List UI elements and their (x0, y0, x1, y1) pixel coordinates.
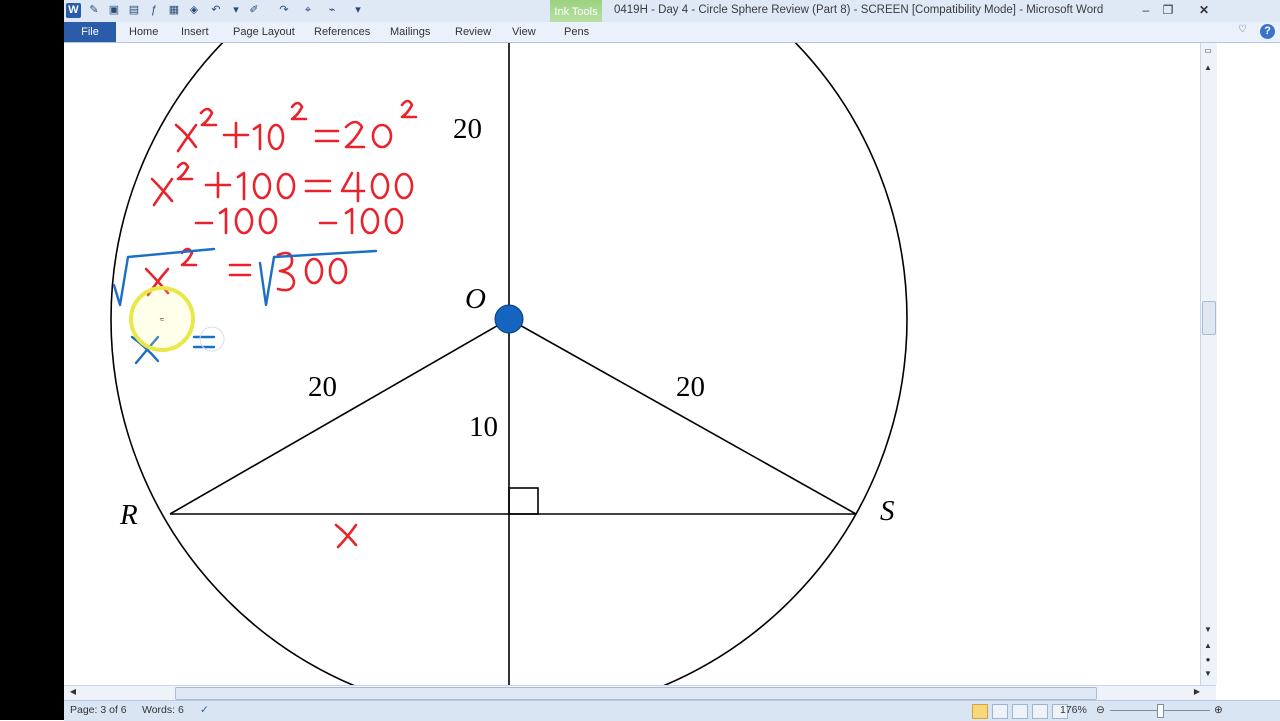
tab-home[interactable]: Home (129, 22, 158, 42)
radius-or (169, 318, 510, 515)
horizontal-scrollbar[interactable]: ◀ ▶ (64, 685, 1216, 700)
tab-insert[interactable]: Insert (181, 22, 209, 42)
right-angle-marker (508, 487, 539, 515)
ink-tools-group-label: Ink Tools (554, 6, 598, 18)
left-black-margin (0, 0, 64, 720)
full-screen-reading-icon[interactable] (992, 704, 1008, 719)
scroll-up-icon[interactable]: ▲ (1201, 63, 1215, 72)
zoom-slider-thumb[interactable] (1157, 704, 1164, 718)
radius-os (508, 318, 857, 515)
file-tab[interactable]: File (64, 22, 116, 42)
tab-mailings[interactable]: Mailings (390, 22, 430, 42)
outline-view-icon[interactable] (1032, 704, 1048, 719)
save-icon[interactable]: ✎ (86, 3, 102, 18)
geometry-figure: ≈ (110, 43, 908, 685)
tab-page-layout[interactable]: Page Layout (233, 22, 295, 42)
close-icon[interactable]: ✕ (1194, 3, 1214, 17)
window-title: 0419H - Day 4 - Circle Sphere Review (Pa… (614, 4, 1104, 16)
status-bar: Page: 3 of 6 Words: 6 ✓ 176% ⊖ ⊕ (64, 700, 1280, 721)
label-right-radius: 20 (676, 371, 705, 403)
word-window: W ✎ ▣ ▤ ƒ ▦ ◈ ↶ ▾ ✐ ↷ ⌖ ⌁ ▾ Ink Tools 04… (64, 0, 1280, 721)
label-left-radius: 20 (308, 371, 337, 403)
scroll-down-icon[interactable]: ▼ (1201, 625, 1215, 634)
zoom-out-icon[interactable]: ⊖ (1096, 704, 1105, 716)
minimize-icon[interactable]: – (1136, 3, 1156, 17)
scroll-right-icon[interactable]: ▶ (1190, 687, 1204, 696)
horizontal-scroll-thumb[interactable] (175, 687, 1097, 700)
formula-icon[interactable]: ƒ (146, 3, 162, 18)
label-center-o: O (465, 283, 486, 315)
document-canvas[interactable]: ≈ 20 O 20 20 10 R S (66, 43, 1200, 685)
label-top-radius: 20 (453, 113, 482, 145)
table-icon[interactable]: ▦ (166, 3, 182, 18)
previous-page-icon[interactable]: ▲ (1201, 641, 1215, 650)
tab-review[interactable]: Review (455, 22, 491, 42)
zoom-level[interactable]: 176% (1060, 704, 1087, 716)
tab-references[interactable]: References (314, 22, 370, 42)
label-point-s: S (880, 495, 895, 527)
pen-color-icon[interactable]: ✐ (246, 3, 262, 18)
vertical-scrollbar[interactable]: ▭ ▲ ▼ ▲ ● ▼ (1200, 43, 1217, 685)
title-bar: W ✎ ▣ ▤ ƒ ▦ ◈ ↶ ▾ ✐ ↷ ⌖ ⌁ ▾ Ink Tools 04… (64, 0, 1280, 42)
print-layout-view-icon[interactable] (972, 704, 988, 719)
pen-cursor-tip: ≈ (160, 315, 165, 324)
format-painter-icon[interactable]: ⌁ (324, 3, 340, 18)
page-count[interactable]: Page: 3 of 6 (70, 704, 127, 716)
vertical-scroll-thumb[interactable] (1202, 301, 1216, 335)
browse-object-icon[interactable]: ● (1201, 655, 1215, 664)
customize-qat-icon[interactable]: ▾ (350, 3, 366, 18)
minimize-ribbon-icon[interactable]: ♡ (1238, 24, 1247, 35)
scroll-left-icon[interactable]: ◀ (66, 687, 80, 696)
proofing-icon[interactable]: ✓ (200, 704, 209, 716)
web-layout-icon[interactable] (1012, 704, 1028, 719)
align-icon[interactable]: ⌖ (300, 3, 316, 18)
undo-icon[interactable]: ↶ (208, 3, 224, 18)
redo-icon[interactable]: ↷ (276, 3, 292, 18)
ruler-toggle-icon[interactable]: ▭ (1201, 46, 1215, 55)
picture-icon[interactable]: ▣ (106, 3, 122, 18)
label-point-r: R (120, 499, 138, 531)
word-count[interactable]: Words: 6 (142, 704, 184, 716)
word-logo-icon[interactable]: W (66, 3, 81, 18)
next-page-icon[interactable]: ▼ (1201, 669, 1215, 678)
restore-icon[interactable]: ❐ (1158, 3, 1178, 17)
zoom-in-icon[interactable]: ⊕ (1214, 704, 1223, 716)
highlight-icon[interactable]: ▾ (228, 3, 244, 18)
shapes-icon[interactable]: ◈ (186, 3, 202, 18)
chart-icon[interactable]: ▤ (126, 3, 142, 18)
label-distance: 10 (469, 411, 498, 443)
tab-pens[interactable]: Pens (564, 22, 589, 42)
center-point-dot (494, 304, 524, 334)
tab-view[interactable]: View (512, 22, 536, 42)
help-icon[interactable]: ? (1260, 24, 1275, 39)
